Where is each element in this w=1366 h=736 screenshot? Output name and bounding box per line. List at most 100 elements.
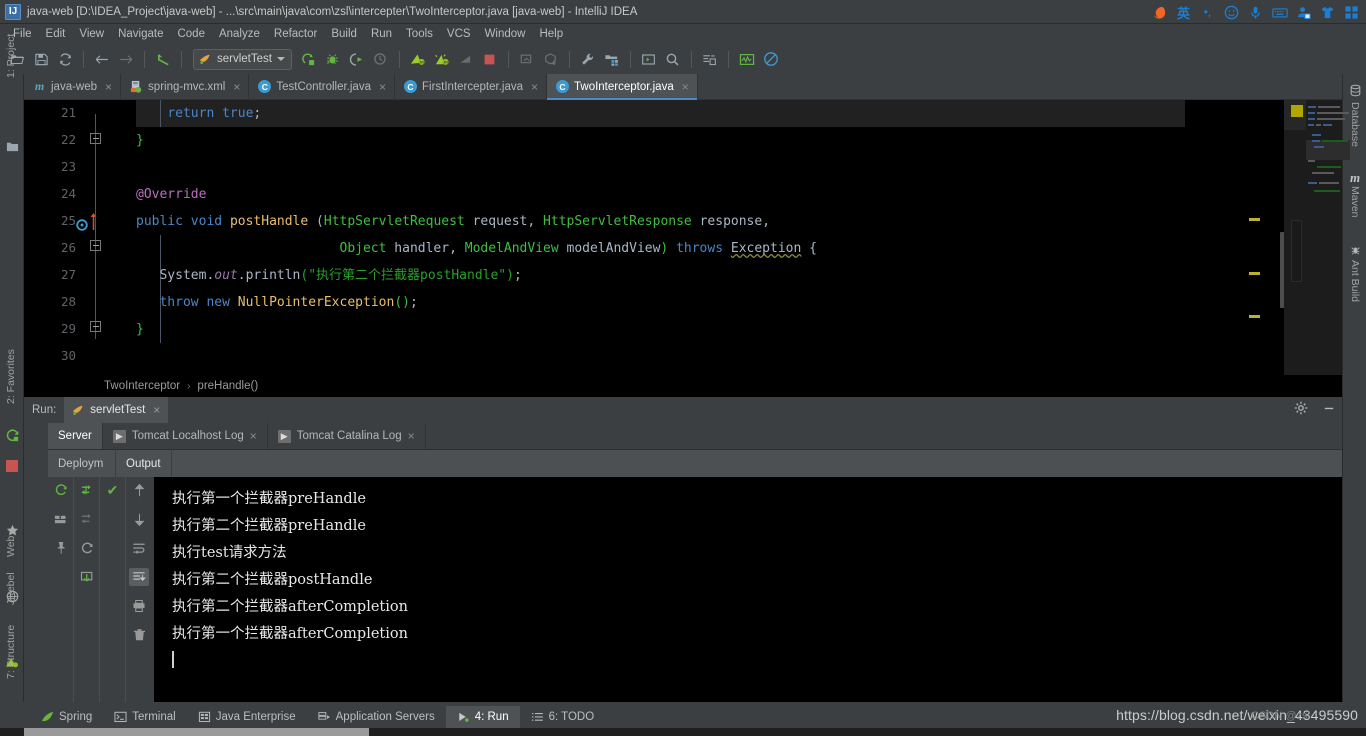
stop-icon[interactable] <box>479 48 501 70</box>
run-icon[interactable] <box>298 48 320 70</box>
menu-build[interactable]: Build <box>324 26 364 42</box>
sidebar-item-structure[interactable]: 7: Structure <box>5 625 17 679</box>
menu-edit[interactable]: Edit <box>39 26 73 42</box>
editor-tab-firstintercepter-java[interactable]: C FirstIntercepter.java × <box>395 74 547 99</box>
minimap-viewport[interactable] <box>1291 220 1302 282</box>
run-configuration-selector[interactable]: servletTest <box>193 48 292 70</box>
minimize-icon[interactable] <box>1322 401 1336 420</box>
close-icon[interactable]: × <box>408 429 415 443</box>
sync-icon[interactable] <box>54 48 76 70</box>
code-text[interactable]: return true; } @Override public void pos… <box>136 100 1342 375</box>
layout-icon[interactable] <box>51 510 71 528</box>
menu-view[interactable]: View <box>72 26 111 42</box>
sidebar-item-ant-build[interactable]: Ant Build <box>1349 260 1361 302</box>
clear-all-icon[interactable] <box>129 626 149 644</box>
ant-build-icon[interactable] <box>1343 244 1366 257</box>
fold-marker[interactable] <box>90 321 101 332</box>
breadcrumb[interactable]: TwoInterceptor › preHandle() <box>24 375 1342 397</box>
skin-icon[interactable] <box>1319 4 1336 21</box>
scroll-to-end-icon[interactable] <box>129 568 149 586</box>
toolbox-icon[interactable] <box>1343 4 1360 21</box>
back-icon[interactable] <box>91 48 113 70</box>
console-icon[interactable] <box>638 48 660 70</box>
settings-wrench-icon[interactable] <box>577 48 599 70</box>
override-arrow-icon[interactable] <box>89 213 98 236</box>
menu-refactor[interactable]: Refactor <box>267 26 324 42</box>
sidebar-item-favorites[interactable]: 2: Favorites <box>5 349 17 404</box>
chevron-down-icon[interactable] <box>276 57 285 61</box>
last-edit-location-icon[interactable] <box>152 48 174 70</box>
microphone-icon[interactable] <box>1247 4 1264 21</box>
close-icon[interactable]: × <box>531 80 538 94</box>
editor-minimap[interactable] <box>1284 100 1350 375</box>
project-folder-icon[interactable] <box>0 140 24 153</box>
status-item-spring[interactable]: Spring <box>30 706 103 728</box>
editor-tab-spring-mvc-xml[interactable]: spring-mvc.xml × <box>121 74 250 99</box>
deployment-item[interactable]: Deploym <box>48 450 116 477</box>
database-sync-icon[interactable] <box>699 48 721 70</box>
soft-wrap-icon[interactable] <box>129 539 149 557</box>
no-entry-icon[interactable] <box>760 48 782 70</box>
close-icon[interactable]: × <box>682 80 689 94</box>
tab-tomcat-localhost-log[interactable]: ▶ Tomcat Localhost Log × <box>103 423 268 449</box>
tab-server[interactable]: Server <box>48 423 103 449</box>
status-item-java-enterprise[interactable]: Java Enterprise <box>187 706 307 728</box>
warning-stripe-marker[interactable] <box>1249 218 1260 221</box>
save-all-icon[interactable] <box>30 48 52 70</box>
close-icon[interactable]: × <box>379 80 386 94</box>
code-editor[interactable]: 21 22 23 24 25 26 27 28 29 30 return tru… <box>24 100 1342 399</box>
menu-window[interactable]: Window <box>478 26 533 42</box>
taskbar-window-button[interactable] <box>24 728 369 736</box>
editor-tab-twointerceptor-java[interactable]: C TwoInterceptor.java × <box>547 74 698 100</box>
menu-analyze[interactable]: Analyze <box>212 26 267 42</box>
close-icon[interactable]: × <box>250 429 257 443</box>
user-icon[interactable] <box>1295 4 1312 21</box>
breadcrumb-class[interactable]: TwoInterceptor <box>104 380 180 392</box>
fold-marker[interactable] <box>90 240 101 251</box>
chinese-input-icon[interactable]: 英 <box>1175 4 1192 21</box>
menu-run[interactable]: Run <box>364 26 399 42</box>
scroll-up-icon[interactable] <box>129 481 149 499</box>
warning-stripe-marker[interactable] <box>1249 315 1260 318</box>
debug-icon[interactable] <box>322 48 344 70</box>
profile-icon[interactable] <box>370 48 392 70</box>
rerun-green-icon[interactable] <box>5 428 20 448</box>
redeploy-icon[interactable] <box>77 510 97 528</box>
rerun-icon[interactable] <box>51 481 71 499</box>
database-icon[interactable] <box>1343 84 1366 97</box>
status-item-todo[interactable]: 6: TODO <box>520 706 606 728</box>
implementing-method-icon[interactable] <box>76 218 88 236</box>
jrebel-run-icon[interactable]: JR <box>407 48 429 70</box>
sidebar-item-project[interactable]: 1: Project <box>5 34 17 78</box>
warning-stripe-marker[interactable] <box>1249 272 1260 275</box>
pin-icon[interactable] <box>51 539 71 557</box>
close-icon[interactable]: × <box>233 80 240 94</box>
tab-tomcat-catalina-log[interactable]: ▶ Tomcat Catalina Log × <box>268 423 426 449</box>
menu-tools[interactable]: Tools <box>399 26 440 42</box>
sogou-logo-icon[interactable] <box>1151 4 1168 21</box>
breadcrumb-method[interactable]: preHandle() <box>197 380 258 392</box>
menu-vcs[interactable]: VCS <box>440 26 478 42</box>
fold-marker[interactable] <box>90 133 101 144</box>
run-with-coverage-icon[interactable] <box>346 48 368 70</box>
editor-gutter[interactable]: 21 22 23 24 25 26 27 28 29 30 <box>24 100 136 375</box>
sidebar-item-maven[interactable]: Maven <box>1349 186 1361 218</box>
jrebel-debug-icon[interactable]: JR <box>431 48 453 70</box>
emoji-icon[interactable] <box>1223 4 1240 21</box>
restart-server-icon[interactable] <box>77 481 97 499</box>
menu-help[interactable]: Help <box>532 26 570 42</box>
maven-icon[interactable]: m <box>1343 170 1366 186</box>
forward-icon[interactable] <box>115 48 137 70</box>
status-item-terminal[interactable]: Terminal <box>103 706 186 728</box>
keyboard-icon[interactable] <box>1271 4 1288 21</box>
sidebar-item-jrebel[interactable]: JRebel <box>5 572 17 605</box>
gear-icon[interactable] <box>1294 401 1308 420</box>
check-icon[interactable]: ✔ <box>103 481 123 499</box>
status-item-application-servers[interactable]: Application Servers <box>307 706 446 728</box>
close-icon[interactable]: × <box>153 403 160 417</box>
output-item[interactable]: Output <box>116 450 172 477</box>
menu-navigate[interactable]: Navigate <box>111 26 170 42</box>
console-output[interactable]: 执行第一个拦截器preHandle 执行第二个拦截器preHandle 执行te… <box>154 477 1342 702</box>
editor-tab-testcontroller-java[interactable]: C TestController.java × <box>249 74 395 99</box>
menu-code[interactable]: Code <box>170 26 212 42</box>
